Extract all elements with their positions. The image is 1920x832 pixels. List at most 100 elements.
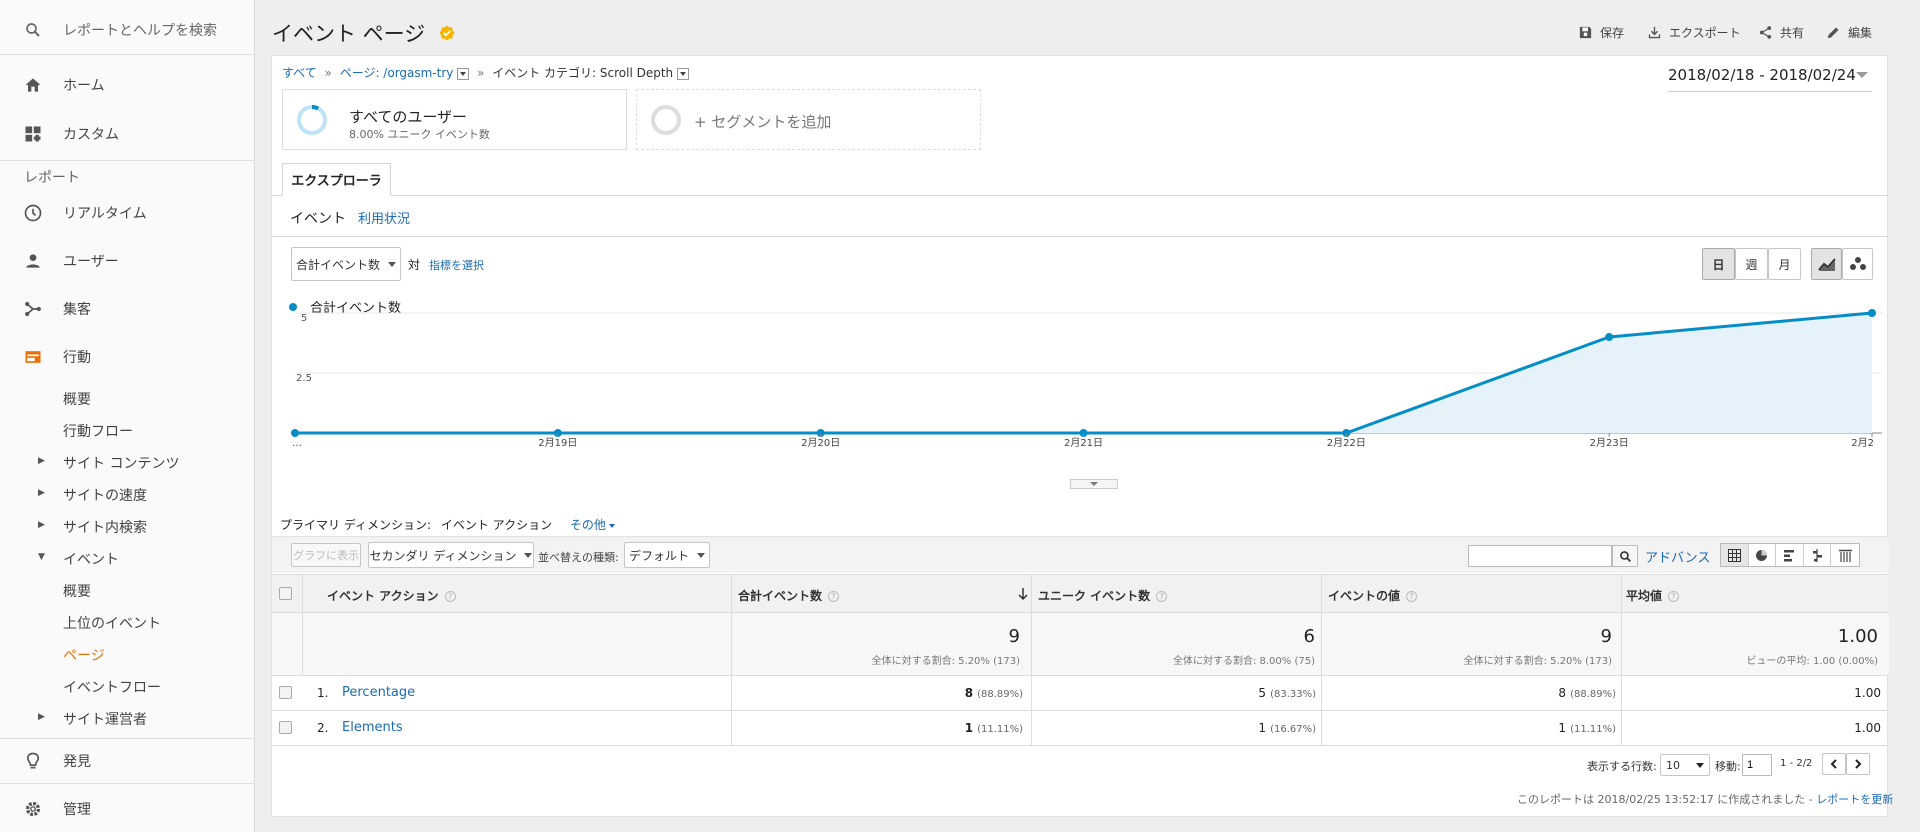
row-total-events-percent: (88.89%) [977, 689, 1023, 700]
table-search-input[interactable] [1468, 545, 1612, 567]
caret-right-icon[interactable]: ▶ [38, 712, 45, 722]
line-chart-button[interactable] [1811, 248, 1842, 280]
metric-select[interactable]: 合計イベント数 [291, 247, 401, 281]
rows-per-page-label: 表示する行数: [1587, 760, 1657, 773]
caret-down-icon[interactable]: ▼ [38, 552, 45, 562]
row-dimension-link[interactable]: Percentage [342, 685, 415, 700]
rows-per-page-select[interactable]: 10 [1660, 754, 1710, 776]
comparison-view-button[interactable] [1804, 544, 1832, 566]
select-all-checkbox[interactable] [279, 587, 292, 600]
caret-right-icon[interactable]: ▶ [38, 488, 45, 498]
date-range-picker[interactable]: 2018/02/18 - 2018/02/24 [1668, 66, 1872, 92]
sidebar-item-discover[interactable]: 発見 [0, 749, 255, 773]
sidebar-sub-events[interactable]: イベント [63, 549, 119, 569]
sidebar-item-label: カスタム [63, 127, 119, 143]
advanced-filter-link[interactable]: アドバンス [1645, 547, 1710, 566]
tab-explorer[interactable]: エクスプローラ [282, 163, 391, 196]
sidebar-item-custom[interactable]: カスタム [0, 122, 255, 146]
chevron-down-icon [1856, 72, 1868, 78]
breadcrumb-page-dropdown[interactable] [457, 67, 470, 80]
sidebar-sub-pages[interactable]: ページ [63, 645, 105, 665]
secondary-dimension-select[interactable]: セカンダリ ディメンション [368, 542, 534, 568]
x-tick-label: 2月22日 [1327, 437, 1366, 449]
breadcrumb-category-dropdown[interactable] [677, 67, 689, 80]
col-header-unique-events-label: ユニーク イベント数 [1038, 589, 1151, 603]
sidebar-sub-top-events[interactable]: 上位のイベント [63, 613, 161, 633]
row-checkbox[interactable] [279, 721, 292, 734]
goto-label: 移動: [1715, 760, 1741, 773]
edit-button[interactable]: 編集 [1826, 24, 1872, 41]
share-button[interactable]: 共有 [1758, 24, 1804, 41]
sidebar-sub-overview[interactable]: 概要 [63, 389, 91, 409]
other-dimensions-link[interactable]: その他 [570, 518, 606, 532]
row-dimension-link[interactable]: Elements [342, 720, 403, 735]
help-icon[interactable]: ? [1156, 591, 1168, 602]
legend-marker [289, 303, 297, 311]
export-button[interactable]: エクスポート [1647, 24, 1741, 41]
performance-view-button[interactable] [1776, 544, 1804, 566]
goto-page-input[interactable] [1742, 754, 1772, 776]
prev-page-button[interactable] [1822, 753, 1846, 775]
sidebar-item-admin[interactable]: 管理 [0, 797, 255, 821]
sidebar-search[interactable]: レポートとヘルプを検索 [0, 18, 255, 42]
pie-view-button[interactable] [1749, 544, 1777, 566]
pivot-view-button[interactable] [1831, 544, 1859, 566]
select-metric-link[interactable]: 指標を選択 [429, 257, 484, 273]
sidebar-sub-site-content[interactable]: サイト コンテンツ [63, 453, 179, 473]
sidebar-item-acquisition[interactable]: 集客 [0, 297, 255, 321]
next-page-button[interactable] [1846, 753, 1870, 775]
save-label: 保存 [1600, 26, 1625, 40]
sidebar-sub-publisher[interactable]: サイト運営者 [63, 709, 147, 729]
sidebar-item-label: ホーム [63, 78, 105, 94]
help-icon[interactable]: ? [1406, 591, 1418, 602]
subtab-usage[interactable]: 利用状況 [358, 208, 410, 227]
subtab-event[interactable]: イベント [290, 208, 346, 228]
plot-rows-button[interactable]: グラフに表示 [291, 543, 361, 567]
chart-resize-handle[interactable] [1070, 479, 1118, 489]
avg-value-view-avg: ビューの平均: 1.00 (0.00%) [1746, 656, 1878, 667]
sidebar-sub-site-speed[interactable]: サイトの速度 [63, 485, 147, 505]
sidebar-item-behavior[interactable]: 行動 [0, 345, 255, 369]
row-event-value-percent: (11.11%) [1570, 724, 1616, 735]
breadcrumb-all[interactable]: すべて [282, 66, 317, 80]
add-segment-button[interactable]: + セグメントを追加 [636, 89, 981, 150]
granularity-month-button[interactable]: 月 [1768, 248, 1801, 280]
sidebar-sub-events-overview[interactable]: 概要 [63, 581, 91, 601]
refresh-report-link[interactable]: レポートを更新 [1816, 793, 1893, 806]
granularity-day-button[interactable]: 日 [1702, 248, 1735, 280]
caret-right-icon[interactable]: ▶ [38, 520, 45, 530]
sidebar-sub-event-flow[interactable]: イベントフロー [63, 677, 161, 697]
table-search-button[interactable] [1612, 545, 1638, 567]
sidebar-item-realtime[interactable]: リアルタイム [0, 201, 255, 225]
row-checkbox[interactable] [279, 686, 292, 699]
motion-chart-button[interactable] [1842, 248, 1873, 280]
col-header-dimension[interactable]: イベント アクション? [327, 587, 456, 604]
reports-heading: レポート [24, 170, 80, 186]
sort-descending-icon[interactable] [1017, 587, 1029, 601]
data-table-view-button[interactable] [1721, 544, 1749, 566]
help-icon[interactable]: ? [444, 591, 456, 602]
segment-ring-icon [297, 105, 327, 135]
sort-type-select[interactable]: デフォルト [624, 542, 710, 568]
help-icon[interactable]: ? [1668, 591, 1680, 602]
col-header-total-events[interactable]: 合計イベント数? [738, 587, 840, 604]
row-total-events: 1 (11.11%) [732, 721, 1023, 735]
sidebar-item-home[interactable]: ホーム [0, 73, 255, 97]
breadcrumb-page[interactable]: ページ: /orgasm-try [340, 66, 454, 80]
caret-right-icon[interactable]: ▶ [38, 456, 45, 466]
sidebar-sub-behavior-flow[interactable]: 行動フロー [63, 421, 133, 441]
row-number: 2. [317, 721, 329, 735]
tab-underline [272, 195, 1889, 196]
sidebar-item-users[interactable]: ユーザー [0, 249, 255, 273]
row-dimension-link-label: Percentage [342, 685, 416, 700]
col-header-event-value[interactable]: イベントの値? [1328, 587, 1418, 604]
col-header-avg-value[interactable]: 平均値? [1626, 587, 1680, 604]
sidebar-sub-site-search[interactable]: サイト内検索 [63, 517, 147, 537]
segment-all-users[interactable]: すべてのユーザー 8.00% ユニーク イベント数 [282, 89, 627, 150]
col-header-event-value-label: イベントの値 [1328, 589, 1401, 603]
help-icon[interactable]: ? [828, 591, 840, 602]
save-button[interactable]: 保存 [1578, 24, 1624, 41]
chevron-down-icon [1696, 762, 1704, 768]
col-header-unique-events[interactable]: ユニーク イベント数? [1038, 587, 1168, 604]
granularity-week-button[interactable]: 週 [1735, 248, 1768, 280]
